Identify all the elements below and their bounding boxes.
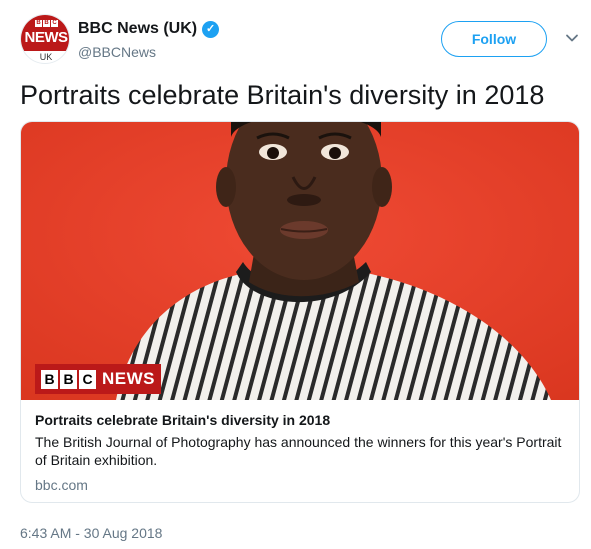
portrait-photo — [21, 122, 579, 400]
tweet-timestamp[interactable]: 6:43 AM - 30 Aug 2018 — [20, 525, 162, 541]
card-description: The British Journal of Photography has a… — [35, 434, 562, 468]
link-card[interactable]: B B C NEWS Portraits celebrate Britain's… — [20, 121, 580, 503]
avatar-bbc-letter: B — [35, 20, 42, 27]
display-name[interactable]: BBC News (UK) — [78, 20, 197, 38]
avatar-bbc-letter: B — [43, 20, 50, 27]
avatar[interactable]: B B C NEWS UK — [20, 14, 70, 64]
card-body[interactable]: Portraits celebrate Britain's diversity … — [35, 411, 565, 493]
author-names: BBC News (UK) ✓ @BBCNews — [78, 20, 220, 60]
tweet-text: Portraits celebrate Britain's diversity … — [20, 80, 545, 110]
bbc-logo-letter: C — [79, 369, 96, 389]
verified-badge-icon: ✓ — [202, 20, 220, 38]
bbc-news-logo: B B C NEWS — [35, 364, 161, 394]
display-name-row[interactable]: BBC News (UK) ✓ — [78, 20, 220, 38]
bbc-logo-letter: B — [41, 369, 58, 389]
card-title[interactable]: Portraits celebrate Britain's diversity … — [35, 411, 565, 429]
bbc-logo-letter: B — [60, 369, 77, 389]
avatar-news-text: NEWS — [24, 29, 69, 46]
avatar-bbc-letter: C — [51, 20, 58, 27]
tweet-header: B B C NEWS UK BBC News (UK) ✓ @BBCNews F… — [20, 14, 580, 66]
user-handle[interactable]: @BBCNews — [78, 44, 219, 60]
avatar-bbc-blocks: B B C — [35, 20, 58, 27]
card-image[interactable]: B B C NEWS — [21, 122, 579, 400]
bbc-logo-news: NEWS — [102, 369, 155, 388]
avatar-region-text: UK — [39, 52, 53, 62]
card-domain: bbc.com — [35, 477, 88, 493]
chevron-down-icon[interactable] — [565, 31, 579, 45]
follow-button[interactable]: Follow — [441, 21, 547, 57]
